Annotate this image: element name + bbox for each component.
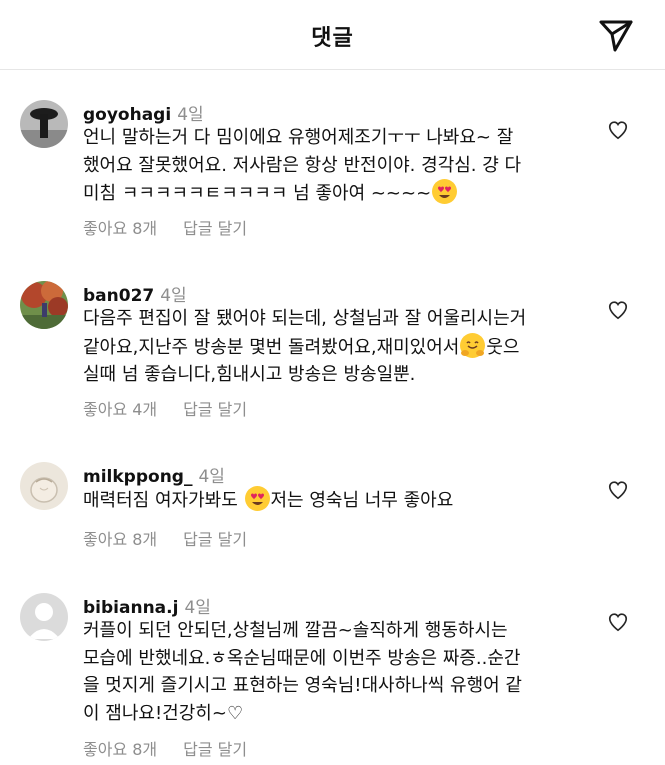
avatar[interactable] — [20, 281, 68, 329]
hugging-face-emoji-icon — [460, 332, 486, 358]
comment-text: 매력터짐 여자가봐도 저는 영숙님 너무 좋아요 — [83, 486, 588, 515]
comment-actions: 좋아요 4개 답글 달기 — [83, 396, 273, 420]
comment-text: 커플이 되던 안되던,상철님께 깔끔~솔직하게 행동하시는 모습에 반했네요.ㅎ… — [83, 620, 522, 724]
like-heart-icon[interactable] — [607, 611, 629, 633]
send-icon[interactable] — [598, 17, 634, 53]
comment-time: 4일 — [198, 467, 225, 487]
heart-eyes-emoji-icon — [244, 486, 270, 511]
like-heart-icon[interactable] — [607, 299, 629, 321]
like-heart-icon[interactable] — [607, 479, 629, 501]
page-title: 댓글 — [311, 26, 354, 51]
comment-actions: 좋아요 8개 답글 달기 — [83, 736, 273, 760]
username[interactable]: goyohagi — [83, 105, 171, 125]
reply-button[interactable]: 답글 달기 — [183, 219, 247, 238]
likes-count[interactable]: 좋아요 8개 — [83, 219, 157, 238]
username[interactable]: bibianna.j — [83, 598, 178, 618]
avatar[interactable] — [20, 593, 68, 641]
reply-button[interactable]: 답글 달기 — [183, 400, 247, 419]
heart-eyes-emoji-icon — [432, 179, 458, 204]
avatar[interactable] — [20, 462, 68, 510]
comment-time: 4일 — [177, 105, 204, 125]
comment-text: 언니 말하는거 다 밈이에요 유행어제조기ㅜㅜ 나봐요~ 잘 했어요 잘못했어요… — [83, 124, 588, 208]
comment-meta: ban027 4일 — [83, 281, 187, 306]
likes-count[interactable]: 좋아요 8개 — [83, 740, 157, 759]
username[interactable]: milkppong_ — [83, 467, 192, 487]
comment-time: 4일 — [184, 598, 211, 618]
likes-count[interactable]: 좋아요 8개 — [83, 530, 157, 549]
likes-count[interactable]: 좋아요 4개 — [83, 400, 157, 419]
comments-header: 댓글 — [0, 0, 665, 70]
like-heart-icon[interactable] — [607, 119, 629, 141]
comment-actions: 좋아요 8개 답글 달기 — [83, 215, 273, 239]
comment-text-part: 매력터짐 여자가봐도 — [83, 490, 238, 511]
comment-text: 다음주 편집이 잘 됐어야 되는데, 상철님과 잘 어울리시는거 같아요,지난주… — [83, 305, 588, 389]
username[interactable]: ban027 — [83, 286, 154, 306]
reply-button[interactable]: 답글 달기 — [183, 740, 247, 759]
avatar[interactable] — [20, 100, 68, 148]
comment-meta: goyohagi 4일 — [83, 100, 204, 125]
comment-meta: bibianna.j 4일 — [83, 593, 211, 618]
comment-actions: 좋아요 8개 답글 달기 — [83, 526, 273, 550]
comment-meta: milkppong_ 4일 — [83, 462, 225, 487]
reply-button[interactable]: 답글 달기 — [183, 530, 247, 549]
comment-time: 4일 — [160, 286, 187, 306]
comment-text-part: 저는 영숙님 너무 좋아요 — [270, 490, 454, 511]
